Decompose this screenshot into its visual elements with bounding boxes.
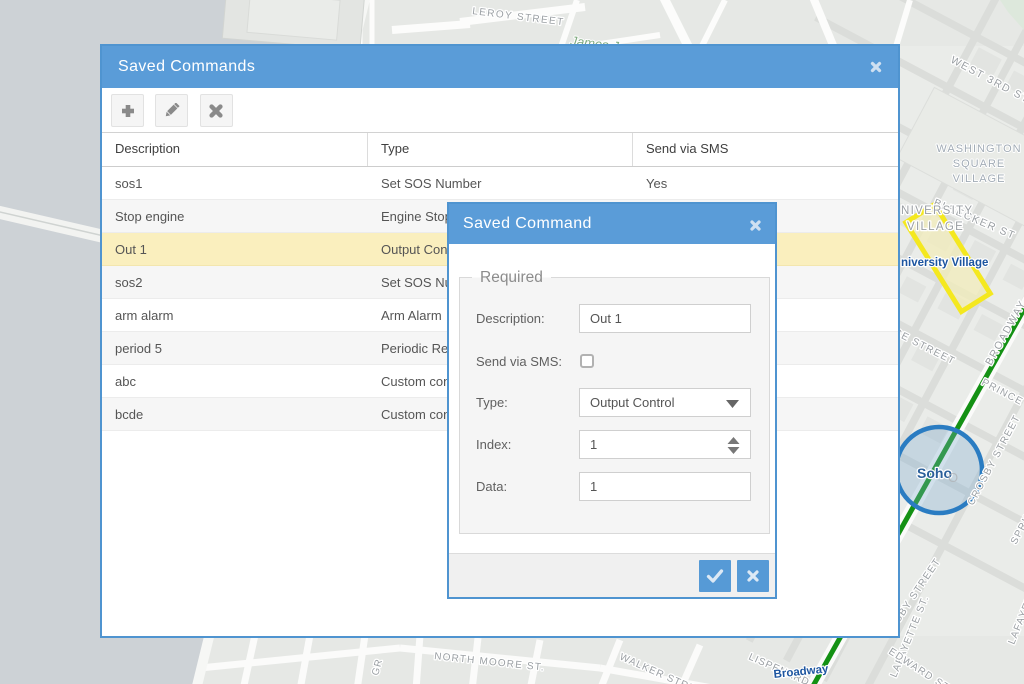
svg-text:VILLAGE: VILLAGE [907, 221, 964, 233]
svg-text:niversity Village: niversity Village [901, 257, 988, 269]
svg-text:VILLAGE: VILLAGE [953, 173, 1006, 185]
svg-text:Soho: Soho [917, 465, 952, 481]
svg-text:O: O [948, 470, 961, 485]
svg-text:WASHINGTON: WASHINGTON [936, 143, 1021, 155]
svg-text:NIVERSITY: NIVERSITY [901, 205, 973, 217]
svg-text:SQUARE: SQUARE [953, 158, 1005, 170]
